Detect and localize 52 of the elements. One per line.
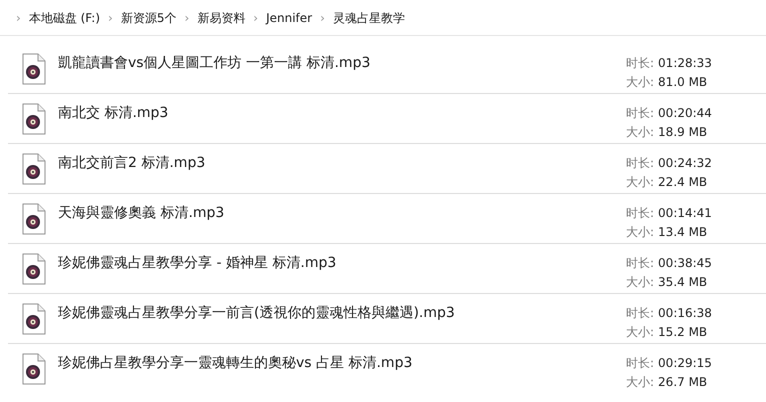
duration-value: 00:20:44 <box>658 105 712 122</box>
breadcrumb-item[interactable]: 灵魂占星教学 <box>332 8 405 26</box>
duration-label: 时长: <box>626 255 654 272</box>
chevron-icon: › <box>320 8 325 26</box>
size-label: 大小: <box>626 174 654 191</box>
size-value: 81.0 MB <box>658 74 708 91</box>
duration-label: 时长: <box>626 55 654 72</box>
duration-value: 00:14:41 <box>658 205 712 222</box>
file-name[interactable]: 南北交 标清.mp3 <box>58 103 626 124</box>
size-label: 大小: <box>626 274 654 291</box>
duration-value: 00:24:32 <box>658 155 712 172</box>
size-label: 大小: <box>626 374 654 391</box>
chevron-icon: › <box>184 8 190 26</box>
breadcrumb-item[interactable]: 本地磁盘 (F:) <box>28 8 100 26</box>
size-value: 13.4 MB <box>658 224 708 241</box>
audio-file-icon <box>22 203 46 235</box>
audio-file-icon <box>22 353 46 385</box>
chevron-icon: › <box>253 8 258 26</box>
breadcrumb-item[interactable]: 新易资料 <box>197 8 246 26</box>
size-value: 22.4 MB <box>658 174 708 191</box>
size-label: 大小: <box>626 224 654 241</box>
duration-label: 时长: <box>626 105 654 122</box>
size-label: 大小: <box>626 324 654 341</box>
audio-file-icon <box>22 103 46 135</box>
audio-file-icon <box>22 53 46 85</box>
duration-value: 00:29:15 <box>658 355 712 372</box>
duration-label: 时长: <box>626 155 654 172</box>
breadcrumb-item[interactable]: Jennifer <box>266 8 312 26</box>
duration-label: 时长: <box>626 355 654 372</box>
chevron-icon: › <box>108 8 113 26</box>
size-value: 35.4 MB <box>658 274 708 291</box>
size-value: 18.9 MB <box>658 124 708 141</box>
file-name[interactable]: 凱龍讀書會vs個人星圖工作坊 一第一講 标清.mp3 <box>58 53 626 74</box>
size-value: 15.2 MB <box>658 324 708 341</box>
chevron-icon: › <box>16 8 21 26</box>
duration-value: 00:16:38 <box>658 305 712 322</box>
audio-file-icon <box>22 253 46 285</box>
duration-label: 时长: <box>626 305 654 322</box>
size-label: 大小: <box>626 124 654 141</box>
duration-label: 时长: <box>626 205 654 222</box>
file-name[interactable]: 珍妮佛占星教學分享一靈魂轉生的奧秘vs 占星 标清.mp3 <box>58 353 626 374</box>
size-label: 大小: <box>626 74 654 91</box>
breadcrumb-item[interactable]: 新资源5个 <box>120 8 176 26</box>
audio-file-icon <box>22 153 46 185</box>
file-name[interactable]: 天海與靈修奧義 标清.mp3 <box>58 203 626 224</box>
file-name[interactable]: 珍妮佛靈魂占星教學分享 - 婚神星 标清.mp3 <box>58 253 626 274</box>
size-value: 26.7 MB <box>658 374 708 391</box>
duration-value: 00:38:45 <box>658 255 712 272</box>
file-name[interactable]: 南北交前言2 标清.mp3 <box>58 153 626 174</box>
file-name[interactable]: 珍妮佛靈魂占星教學分享一前言(透視你的靈魂性格與繼遇).mp3 <box>58 303 626 324</box>
audio-file-icon <box>22 303 46 335</box>
duration-value: 01:28:33 <box>658 55 712 72</box>
